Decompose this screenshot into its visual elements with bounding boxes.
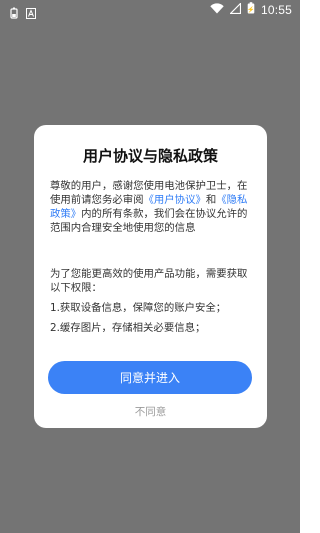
permissions-paragraph: 为了您能更高效的使用产品功能，需要获取以下权限： 1.获取设备信息，保障您的账户… (50, 267, 255, 335)
agree-button[interactable]: 同意并进入 (48, 361, 252, 394)
and-text: 和 (205, 194, 217, 206)
status-bar: ⚡ 10:55 (0, 0, 300, 22)
dialog-title: 用户协议与隐私政策 (82, 147, 218, 165)
app-screen: ⚡ 10:55 用户协议与隐私政策 尊敬的用户，感谢您使用电池保护卫士，在使用前… (0, 0, 300, 533)
user-agreement-link[interactable]: 《用户协议》 (144, 194, 206, 206)
privacy-dialog: 用户协议与隐私政策 尊敬的用户，感谢您使用电池保护卫士，在使用前请您务必审阅《用… (34, 125, 267, 428)
battery-saver-icon (10, 4, 20, 19)
status-right-icons: ⚡ 10:55 (210, 1, 292, 17)
intro-paragraph: 尊敬的用户，感谢您使用电池保护卫士，在使用前请您务必审阅《用户协议》和《隐私政策… (50, 179, 255, 235)
permission-item: 1.获取设备信息，保障您的账户安全； (50, 302, 227, 314)
battery-icon: ⚡ (247, 2, 255, 17)
permission-item: 2.缓存图片，存储相关必要信息； (50, 322, 206, 334)
signal-icon (229, 1, 242, 17)
wifi-icon (210, 2, 224, 17)
svg-text:⚡: ⚡ (247, 6, 254, 14)
font-icon (26, 4, 36, 19)
disagree-button[interactable]: 不同意 (34, 404, 267, 419)
status-time: 10:55 (260, 2, 292, 17)
permissions-intro: 为了您能更高效的使用产品功能，需要获取以下权限： (50, 268, 248, 294)
status-left-icons (10, 4, 36, 19)
